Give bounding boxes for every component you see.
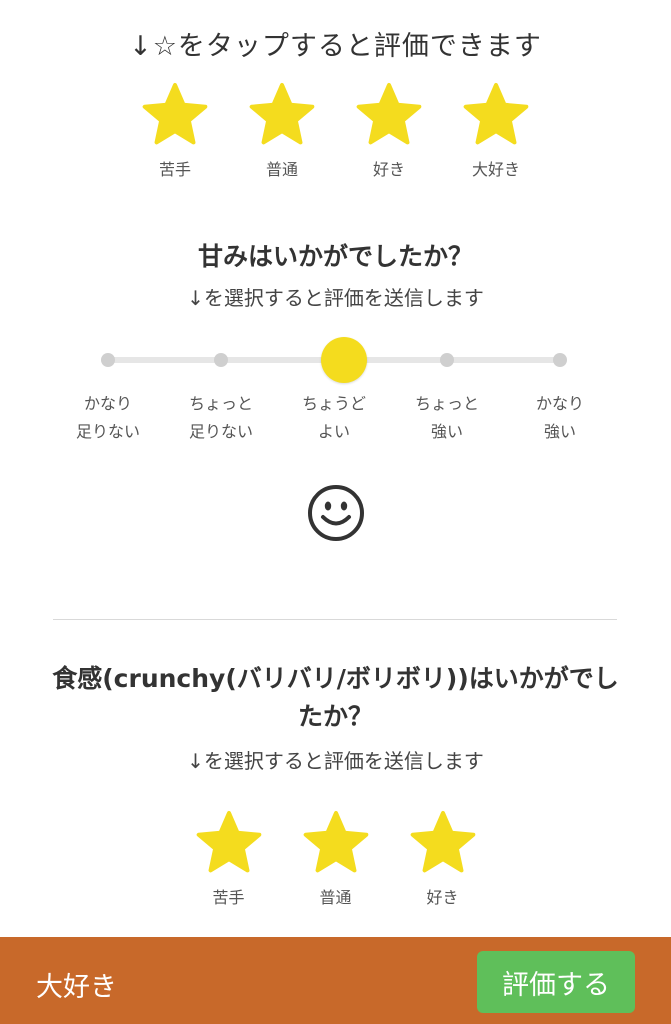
texture-question-subtitle: ↓を選択すると評価を送信します <box>187 749 484 773</box>
star-label: 普通 <box>319 888 352 907</box>
texture-star-rating: 苦手 普通 好き <box>0 810 671 908</box>
slider-thumb[interactable] <box>321 337 367 383</box>
rating-page: ↓☆をタップすると評価できます 苦手 普通 好き 大好き 甘みはいかがでしたか？… <box>0 0 671 1024</box>
star-icon <box>463 82 529 145</box>
sweetness-question-title: 甘みはいかがでしたか？ <box>197 242 473 271</box>
sweetness-question-subtitle: ↓を選択すると評価を送信します <box>187 286 484 310</box>
slider-label[interactable]: ちょうど よい <box>279 390 389 446</box>
sweetness-slider-labels: かなり 足りない ちょっと 足りない ちょうど よい ちょっと 強い かなり 強… <box>0 390 671 450</box>
star-icon <box>356 82 422 145</box>
star-option-1[interactable]: 苦手 <box>175 810 282 908</box>
current-rating-label: 大好き <box>36 972 117 1003</box>
star-label: 好き <box>426 888 459 907</box>
star-option-3[interactable]: 好き <box>389 810 496 908</box>
star-label: 大好き <box>471 160 520 179</box>
star-icon <box>249 82 315 145</box>
slider-label[interactable]: ちょっと 足りない <box>166 390 276 446</box>
slider-stop-5[interactable] <box>553 353 567 367</box>
star-icon <box>303 810 368 873</box>
smiley-face-icon <box>308 485 364 541</box>
star-icon <box>410 810 475 873</box>
star-icon <box>142 82 208 145</box>
bottom-action-bar: 大好き 評価する <box>0 937 671 1024</box>
slider-label[interactable]: かなり 足りない <box>53 390 163 446</box>
slider-stop-2[interactable] <box>214 353 228 367</box>
overall-star-rating: 苦手 普通 好き 大好き <box>0 82 671 180</box>
slider-stop-4[interactable] <box>440 353 454 367</box>
star-option-1[interactable]: 苦手 <box>122 82 229 180</box>
slider-label[interactable]: ちょっと 強い <box>392 390 502 446</box>
star-option-3[interactable]: 好き <box>336 82 443 180</box>
star-option-4[interactable]: 大好き <box>443 82 550 180</box>
rating-hint: ↓☆をタップすると評価できます <box>129 31 542 62</box>
star-label: 苦手 <box>212 888 245 907</box>
sweetness-slider[interactable] <box>0 330 671 390</box>
star-option-2[interactable]: 普通 <box>282 810 389 908</box>
slider-stop-1[interactable] <box>101 353 115 367</box>
slider-label[interactable]: かなり 強い <box>505 390 615 446</box>
star-label: 苦手 <box>158 160 191 179</box>
star-option-2[interactable]: 普通 <box>229 82 336 180</box>
star-icon <box>196 810 261 873</box>
star-label: 好き <box>372 160 405 179</box>
star-label: 普通 <box>265 160 298 179</box>
submit-rating-button[interactable]: 評価する <box>477 951 635 1013</box>
texture-question-title: 食感(crunchy(バリバリ/ボリボリ))はいかがでしたか？ <box>52 664 619 731</box>
section-divider <box>53 619 617 620</box>
